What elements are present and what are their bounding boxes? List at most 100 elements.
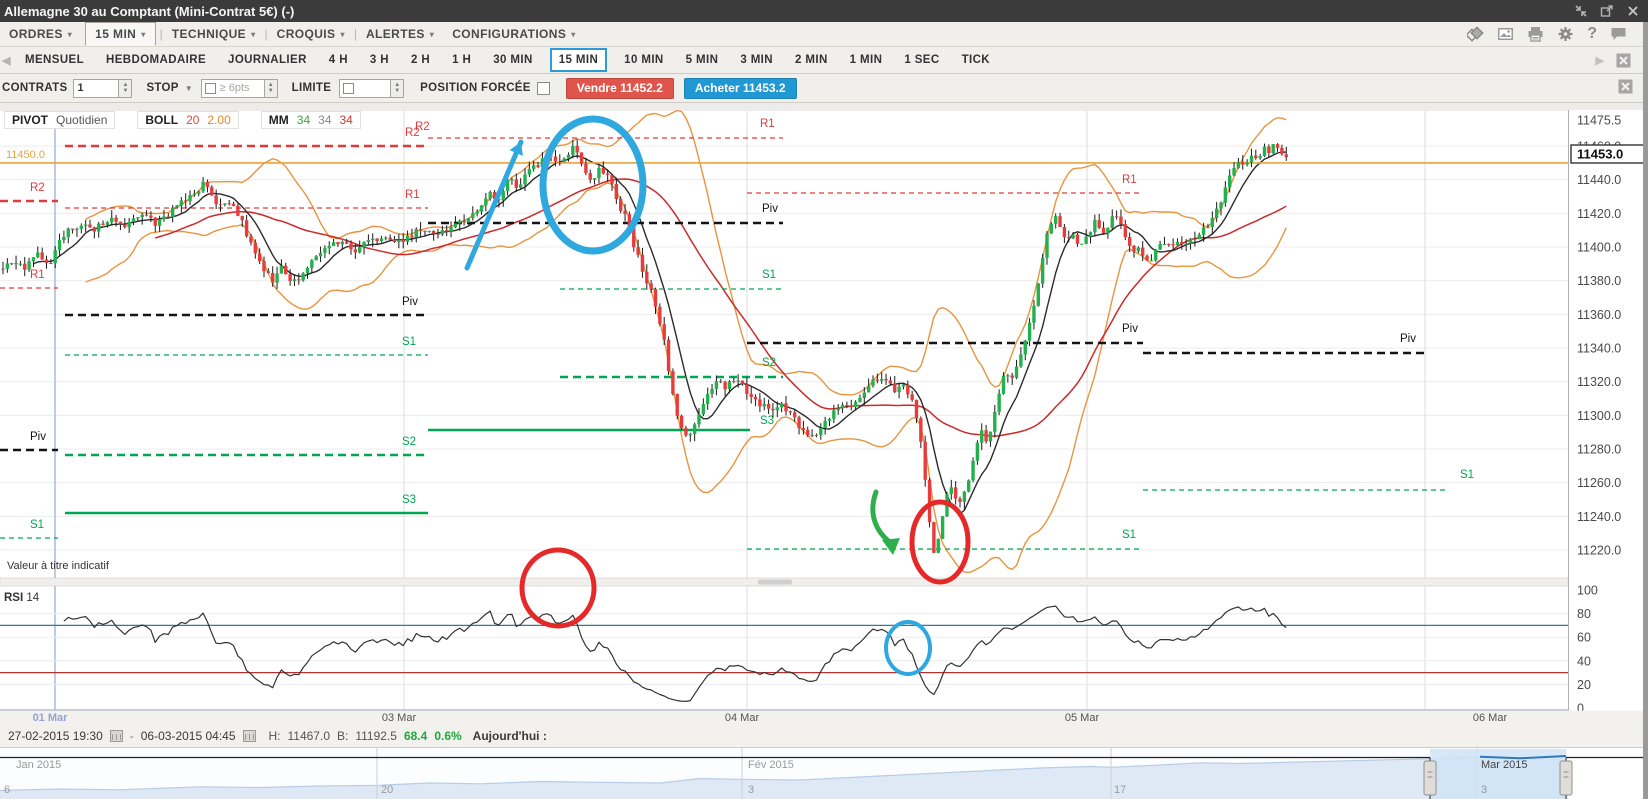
candle-body (523, 174, 527, 185)
timeframe-10-min[interactable]: 10 MIN (624, 50, 663, 70)
limit-input[interactable] (339, 78, 392, 98)
timeframe-hebdomadaire[interactable]: HEBDOMADAIRE (106, 50, 206, 70)
timeframe-mensuel[interactable]: MENSUEL (25, 50, 84, 70)
navigator-handle[interactable] (1423, 760, 1437, 796)
timeframe-journalier[interactable]: JOURNALIER (228, 50, 307, 70)
stop-input[interactable]: ≥ 6pts (200, 78, 265, 98)
menu-technique[interactable]: TECHNIQUE ▾ (163, 23, 265, 45)
timeframe-3-min[interactable]: 3 MIN (740, 50, 773, 70)
popout-icon[interactable] (1600, 4, 1614, 18)
candle-body (575, 145, 579, 153)
collapse-icon[interactable] (1574, 4, 1588, 18)
candle-body (971, 460, 975, 481)
candle-body (958, 498, 962, 502)
scroll-left-icon[interactable]: ◀ (0, 54, 14, 67)
candle-body (284, 265, 288, 275)
menu-ordres[interactable]: ORDRES ▾ (0, 23, 81, 45)
layers-icon[interactable] (1467, 26, 1484, 42)
candle-body (62, 237, 66, 241)
candle-body (749, 394, 753, 397)
limit-stepper[interactable]: ▲ ▼ (391, 78, 405, 98)
legend-mm[interactable]: MM 34 34 34 (260, 111, 361, 129)
contracts-input[interactable]: 1 (73, 78, 120, 98)
candle-body (484, 198, 488, 206)
timeframe-1-min[interactable]: 1 MIN (850, 50, 883, 70)
candle-body (588, 173, 592, 180)
scroll-right-icon[interactable]: ▶ (1596, 54, 1604, 67)
limit-checkbox[interactable] (343, 82, 355, 94)
navigator-handle[interactable] (1559, 760, 1573, 796)
stop-checkbox[interactable] (204, 82, 216, 94)
buy-button[interactable]: Acheter 11453.2 (683, 77, 797, 99)
candle-body (880, 378, 884, 381)
rsi-indicator-label[interactable]: RSI 14 (4, 592, 46, 604)
candle-body (418, 229, 423, 231)
candle-body (788, 411, 793, 413)
timeframe-2-min[interactable]: 2 MIN (795, 50, 828, 70)
timeframe-4-h[interactable]: 4 H (329, 50, 348, 70)
forced-position-checkbox[interactable] (536, 81, 550, 95)
candle-body (671, 371, 675, 394)
menu-alertes[interactable]: ALERTES ▾ (357, 23, 443, 45)
candle-body (771, 408, 775, 411)
candle-body (127, 221, 131, 228)
candle-body (1127, 237, 1132, 246)
chart-top-margin (0, 103, 1648, 111)
chevron-down-icon: ▾ (340, 29, 345, 39)
candle-body (853, 401, 858, 407)
candle-body (262, 261, 266, 272)
menu-configurations[interactable]: CONFIGURATIONS ▾ (443, 23, 584, 45)
legend-pivot[interactable]: PIVOT Quotidien (4, 111, 116, 129)
close-orderbar-icon[interactable] (1618, 79, 1633, 94)
candle-body (288, 274, 292, 282)
candle-body (610, 174, 614, 184)
candle-body (953, 487, 958, 499)
gear-icon[interactable] (1557, 26, 1574, 42)
window-titlebar: Allemagne 30 au Comptant (Mini-Contrat 5… (0, 0, 1648, 22)
candle-body (205, 181, 210, 188)
image-icon[interactable] (1497, 26, 1514, 42)
candle-body (123, 224, 127, 228)
timeframe-30-min[interactable]: 30 MIN (493, 50, 532, 70)
candle-body (375, 238, 379, 242)
candle-body (244, 220, 249, 237)
timeframe-2-h[interactable]: 2 H (411, 50, 430, 70)
price-tick-label: 11440.0 (1577, 173, 1621, 187)
candle-body (1141, 247, 1145, 256)
candle-body (1058, 216, 1062, 227)
menu-croquis[interactable]: CROQUIS ▾ (268, 23, 354, 45)
timeframe-1-h[interactable]: 1 H (452, 50, 471, 70)
candle-body (188, 195, 192, 202)
pivot-label-piv: Piv (1400, 333, 1416, 345)
candle-body (1188, 238, 1193, 244)
timeframe-15-min[interactable]: 15 MIN (549, 48, 608, 72)
calendar-icon[interactable] (109, 729, 123, 742)
pivot-name: PIVOT (12, 113, 49, 127)
timeframe-tick[interactable]: TICK (962, 50, 990, 70)
menu-15-min[interactable]: 15 MIN ▾ (85, 22, 156, 46)
candle-body (875, 379, 880, 381)
candle-body (392, 239, 397, 243)
close-icon[interactable] (1626, 4, 1640, 18)
contracts-stepper[interactable]: ▲ ▼ (119, 78, 133, 98)
stop-caret-icon[interactable]: ▼ (185, 84, 193, 93)
candle-body (1193, 238, 1197, 240)
help-icon[interactable]: ? (1587, 26, 1597, 42)
printer-icon[interactable] (1527, 26, 1544, 42)
stop-stepper[interactable]: ▲ ▼ (264, 78, 278, 98)
timeframe-1-sec[interactable]: 1 SEC (904, 50, 939, 70)
candle-body (666, 339, 671, 372)
sell-button[interactable]: Vendre 11452.2 (565, 77, 674, 99)
timeframe-5-min[interactable]: 5 MIN (686, 50, 719, 70)
calendar-icon[interactable] (242, 729, 256, 742)
legend-boll[interactable]: BOLL 20 2.00 (137, 111, 239, 129)
pivot-label-s2: S2 (402, 436, 416, 448)
candle-body (401, 239, 405, 242)
window-title: Allemagne 30 au Comptant (Mini-Contrat 5… (4, 3, 295, 19)
candle-body (1019, 354, 1023, 367)
close-panel-icon[interactable] (1616, 53, 1631, 68)
candle-body (793, 412, 797, 418)
candle-body (984, 430, 988, 442)
comment-icon[interactable] (1610, 26, 1627, 42)
timeframe-3-h[interactable]: 3 H (370, 50, 389, 70)
